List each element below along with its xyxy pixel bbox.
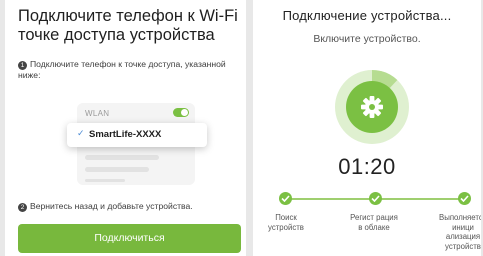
placeholder-bar [85, 155, 159, 160]
step-label-init: Выполняется иници ализация устройств [439, 213, 481, 251]
progress-ring [335, 70, 409, 144]
wlan-toggle-icon [173, 108, 189, 117]
instruction-text: Вернитесь назад и добавьте устройства. [30, 201, 193, 211]
step-label-cloud: Регист рация в облаке [350, 213, 398, 232]
wlan-label: WLAN [85, 109, 110, 118]
instruction-step-1: 1 Подключите телефон к точке доступа, ука… [18, 59, 243, 81]
check-icon [460, 195, 469, 202]
step-number-badge: 1 [18, 61, 27, 70]
ssid-list-item: ✓ SmartLife-XXXX [67, 123, 207, 147]
connect-button[interactable]: Подключиться [18, 224, 241, 253]
step-label-search: Поиск устройств [268, 213, 304, 232]
countdown-timer: 01:20 [338, 154, 396, 179]
screenshot-stage: Подключите телефон к Wi-Fi точке доступа… [0, 0, 483, 256]
instruction-text: Подключите телефон к точке доступа, указ… [18, 59, 226, 80]
placeholder-bar [85, 179, 125, 182]
step-number-badge: 2 [18, 203, 27, 212]
step-done-icon [279, 192, 292, 205]
page-title: Подключите телефон к Wi-Fi точке доступа… [18, 7, 238, 44]
placeholder-bar [85, 167, 149, 172]
check-icon [371, 195, 380, 202]
gear-icon [361, 96, 383, 118]
step-done-icon [369, 192, 382, 205]
instruction-step-2: 2 Вернитесь назад и добавьте устройства. [18, 201, 243, 212]
device-connecting-panel: Подключение устройства... Включите устро… [253, 0, 481, 256]
ssid-name: SmartLife-XXXX [89, 129, 162, 140]
check-icon [281, 195, 290, 202]
instruction-text: Включите устройство. [313, 33, 421, 45]
check-icon: ✓ [77, 128, 85, 138]
page-title: Подключение устройства... [282, 8, 452, 23]
wifi-hotspot-panel: Подключите телефон к Wi-Fi точке доступа… [5, 0, 246, 256]
step-done-icon [458, 192, 471, 205]
